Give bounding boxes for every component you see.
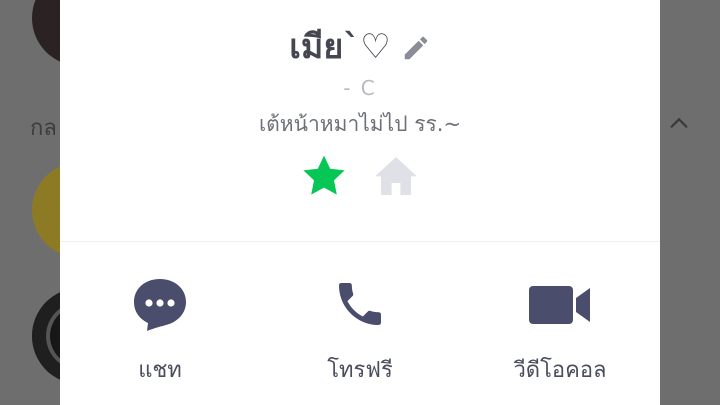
background-section-label: กล	[30, 116, 57, 141]
video-camera-icon	[529, 286, 590, 324]
profile-name: เมีย`♡	[289, 27, 391, 67]
chat-bubble-icon	[134, 279, 186, 331]
pencil-icon[interactable]	[401, 33, 431, 63]
free-call-button[interactable]: โทรฟรี	[270, 276, 450, 396]
chat-button[interactable]: แชท	[70, 276, 250, 396]
free-call-label: โทรฟรี	[327, 358, 393, 383]
home-icon[interactable]	[372, 152, 420, 200]
phone-icon	[339, 283, 381, 325]
status-id: - C	[343, 76, 377, 100]
star-icon[interactable]	[300, 152, 348, 200]
divider	[60, 241, 660, 242]
chat-label: แชท	[138, 358, 182, 383]
video-call-label: วีดีโอคอล	[513, 358, 607, 383]
profile-popup: เมีย`♡ - C เต้หน้าหมาไม่ไป รร.~ แชท โทรฟ…	[60, 0, 660, 405]
video-call-button[interactable]: วีดีโอคอล	[470, 276, 650, 396]
chevron-up-icon	[670, 117, 688, 128]
name-row: เมีย`♡	[60, 18, 660, 74]
status-message: เต้หน้าหมาไม่ไป รร.~	[258, 112, 462, 136]
